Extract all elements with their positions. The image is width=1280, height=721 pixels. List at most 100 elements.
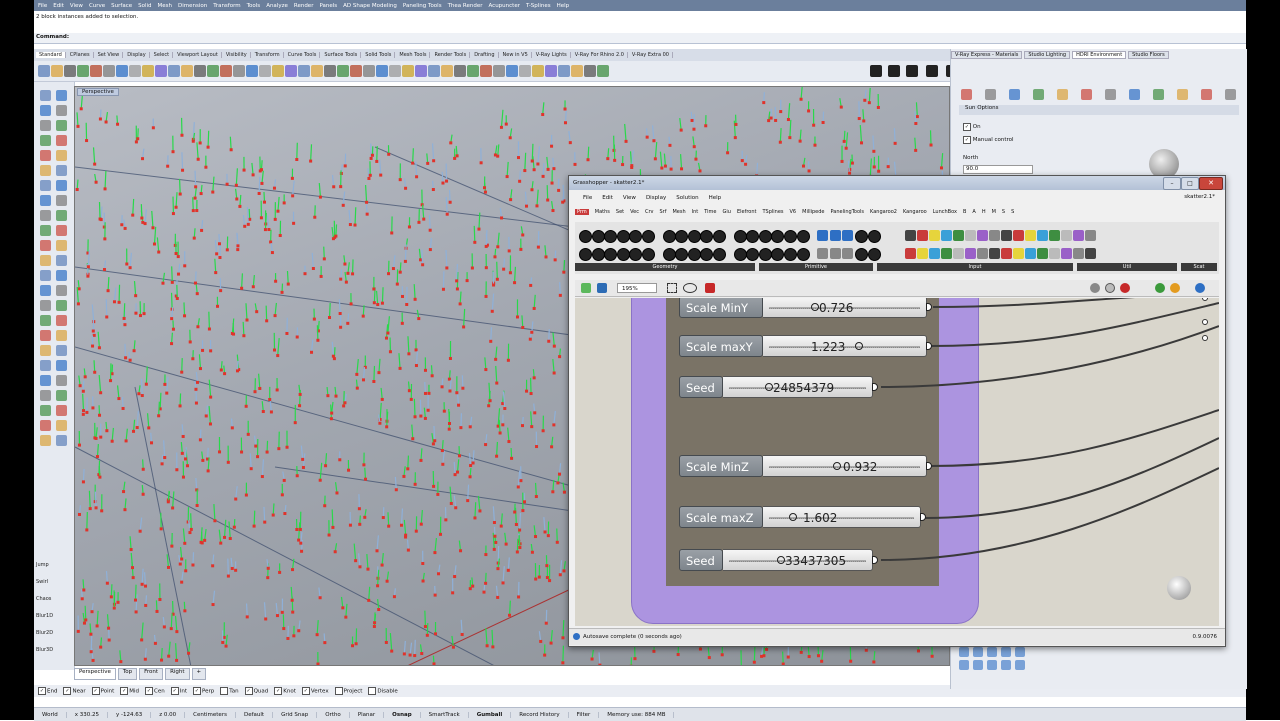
component-icon[interactable] bbox=[700, 230, 713, 243]
toolbar-tab-17[interactable]: V-Ray Extra 00 bbox=[629, 52, 673, 58]
input-component-icon[interactable] bbox=[941, 230, 952, 241]
transform-icon[interactable] bbox=[959, 647, 969, 657]
osnap-5[interactable]: ✓Int bbox=[171, 687, 187, 695]
ortho-toggle[interactable]: Ortho bbox=[317, 712, 350, 718]
smarttrack-toggle[interactable]: SmartTrack bbox=[421, 712, 469, 718]
left-label-2[interactable]: Chaos bbox=[36, 596, 51, 602]
input-component-icon[interactable] bbox=[905, 230, 916, 241]
menu-item-2[interactable]: View bbox=[70, 3, 83, 9]
gh-tab-2[interactable]: Set bbox=[616, 209, 624, 215]
gh-menu-1[interactable]: Edit bbox=[602, 195, 613, 201]
left-label-0[interactable]: Jump bbox=[36, 562, 49, 568]
toolbar-icon[interactable] bbox=[38, 65, 50, 77]
input-component-icon[interactable] bbox=[929, 248, 940, 259]
component-icon[interactable] bbox=[868, 230, 881, 243]
toolbar-icon[interactable] bbox=[64, 65, 76, 77]
sun-on-option[interactable]: ✓ On bbox=[963, 123, 981, 131]
toolbar-icon[interactable] bbox=[467, 65, 479, 77]
input-component-icon[interactable] bbox=[953, 248, 964, 259]
panel-icon[interactable] bbox=[1129, 89, 1140, 100]
tool-icon[interactable] bbox=[56, 165, 67, 176]
preview-eye-icon[interactable] bbox=[683, 283, 697, 293]
input-component-icon[interactable] bbox=[1073, 230, 1084, 241]
input-component-icon[interactable] bbox=[1025, 230, 1036, 241]
toolbar-icon[interactable] bbox=[571, 65, 583, 77]
toolbar-tab-11[interactable]: Mesh Tools bbox=[396, 52, 430, 58]
view-tab-1[interactable]: Top bbox=[118, 668, 137, 680]
tool-icon[interactable] bbox=[56, 180, 67, 191]
input-component-icon[interactable] bbox=[941, 248, 952, 259]
menu-item-7[interactable]: Dimension bbox=[178, 3, 207, 9]
number-slider[interactable]: Scale MinY0.726 bbox=[679, 298, 935, 318]
toolbar-icon[interactable] bbox=[558, 65, 570, 77]
toolbar-tab-6[interactable]: Visibility bbox=[223, 52, 251, 58]
tool-icon[interactable] bbox=[56, 285, 67, 296]
osnap-checkbox[interactable]: ✓ bbox=[63, 687, 71, 695]
toolbar-icon[interactable] bbox=[155, 65, 167, 77]
tool-icon[interactable] bbox=[40, 285, 51, 296]
tool-icon[interactable] bbox=[40, 375, 51, 386]
component-icon[interactable] bbox=[734, 230, 747, 243]
component-icon[interactable] bbox=[746, 230, 759, 243]
tool-icon[interactable] bbox=[40, 390, 51, 401]
gh-tab-12[interactable]: V6 bbox=[790, 209, 797, 215]
north-input[interactable]: 90.0 bbox=[963, 165, 1033, 174]
component-icon[interactable] bbox=[617, 230, 630, 243]
transform-icon[interactable] bbox=[1001, 660, 1011, 670]
left-label-1[interactable]: Swirl bbox=[36, 579, 48, 585]
panel-icon[interactable] bbox=[1057, 89, 1068, 100]
toolbar-icon[interactable] bbox=[77, 65, 89, 77]
tool-icon[interactable] bbox=[40, 105, 51, 116]
panel-icon[interactable] bbox=[985, 89, 996, 100]
slider-knob[interactable] bbox=[855, 342, 863, 350]
osnap-7[interactable]: Tan bbox=[220, 687, 238, 695]
toolbar-icon[interactable] bbox=[324, 65, 336, 77]
zoom-field[interactable]: 195% bbox=[617, 283, 657, 293]
toolbar-icon[interactable] bbox=[545, 65, 557, 77]
gh-tab-9[interactable]: Giu bbox=[723, 209, 731, 215]
menu-item-18[interactable]: Help bbox=[557, 3, 570, 9]
component-icon[interactable] bbox=[663, 248, 676, 261]
component-icon[interactable] bbox=[592, 230, 605, 243]
component-icon[interactable] bbox=[604, 230, 617, 243]
grasshopper-titlebar[interactable]: Grasshopper - skatter2.1* – □ ✕ bbox=[569, 176, 1225, 190]
menu-item-14[interactable]: Paneling Tools bbox=[403, 3, 442, 9]
menu-item-16[interactable]: Acupuncter bbox=[489, 3, 520, 9]
gh-menu-5[interactable]: Help bbox=[709, 195, 722, 201]
panel-icon[interactable] bbox=[1153, 89, 1164, 100]
number-slider[interactable]: Scale maxY1.223 bbox=[679, 335, 935, 357]
gh-tab-22[interactable]: S bbox=[1002, 209, 1005, 215]
component-icon[interactable] bbox=[579, 230, 592, 243]
component-icon[interactable] bbox=[855, 230, 868, 243]
output-port[interactable] bbox=[926, 462, 932, 470]
output-port[interactable] bbox=[920, 513, 926, 521]
toolbar-icon[interactable] bbox=[220, 65, 232, 77]
left-label-4[interactable]: Blur2D bbox=[36, 630, 53, 636]
tool-icon[interactable] bbox=[56, 405, 67, 416]
toolbar-icon[interactable] bbox=[337, 65, 349, 77]
tool-icon[interactable] bbox=[56, 345, 67, 356]
toolbar-icon[interactable] bbox=[311, 65, 323, 77]
panel-icon[interactable] bbox=[1225, 89, 1236, 100]
toolbar-icon[interactable] bbox=[506, 65, 518, 77]
gh-tab-13[interactable]: Millipede bbox=[802, 209, 824, 215]
panel-icon[interactable] bbox=[1081, 89, 1092, 100]
osnap-11[interactable]: Project bbox=[335, 687, 363, 695]
toolbar-tab-1[interactable]: CPlanes bbox=[67, 52, 94, 58]
sphere-icon[interactable] bbox=[1170, 283, 1180, 293]
osnap-checkbox[interactable]: ✓ bbox=[120, 687, 128, 695]
input-component-icon[interactable] bbox=[977, 230, 988, 241]
command-line[interactable]: Command: bbox=[34, 33, 1246, 44]
component-icon[interactable] bbox=[734, 248, 747, 261]
osnap-checkbox[interactable]: ✓ bbox=[302, 687, 310, 695]
menu-item-6[interactable]: Mesh bbox=[158, 3, 172, 9]
component-icon[interactable] bbox=[746, 248, 759, 261]
toolbar-tab-12[interactable]: Render Tools bbox=[431, 52, 470, 58]
input-component-icon[interactable] bbox=[1013, 230, 1024, 241]
gh-tab-11[interactable]: TSplines bbox=[762, 209, 783, 215]
tool-icon[interactable] bbox=[40, 165, 51, 176]
toolbar-tab-8[interactable]: Curve Tools bbox=[285, 52, 321, 58]
cplane-status[interactable]: World bbox=[34, 712, 67, 718]
toolbar-icon[interactable] bbox=[168, 65, 180, 77]
toolbar-icon[interactable] bbox=[519, 65, 531, 77]
